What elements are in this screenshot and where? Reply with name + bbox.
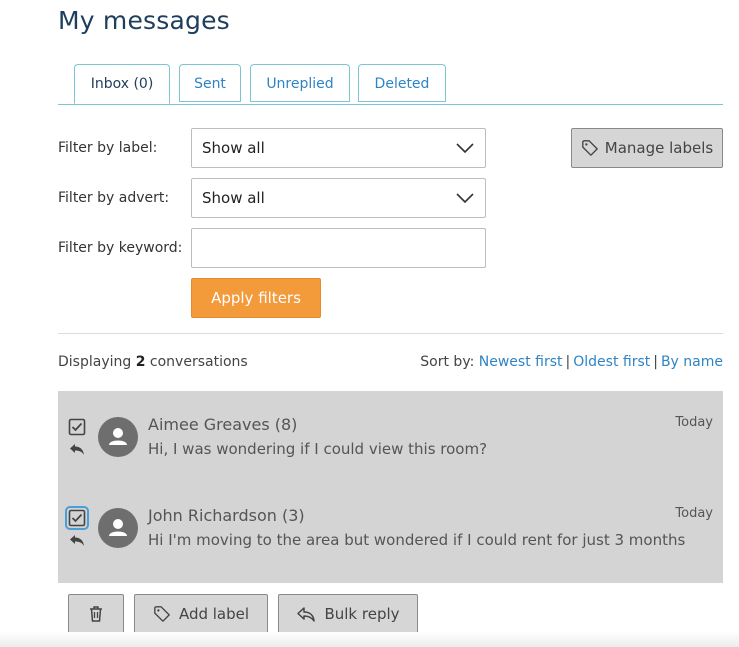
sort-oldest-link[interactable]: Oldest first bbox=[573, 354, 650, 370]
label-filter-select[interactable]: Show all bbox=[191, 128, 486, 168]
user-icon bbox=[109, 519, 127, 536]
user-icon bbox=[109, 428, 127, 445]
bottom-fade bbox=[0, 632, 739, 647]
filter-keyword-label: Filter by keyword: bbox=[58, 240, 183, 256]
chevron-down-icon bbox=[456, 193, 474, 204]
delete-button[interactable] bbox=[68, 594, 124, 634]
tab-inbox[interactable]: Inbox (0) bbox=[74, 64, 170, 104]
chevron-down-icon bbox=[456, 143, 474, 154]
message-tabs: Inbox (0) Sent Unreplied Deleted bbox=[58, 64, 723, 105]
advert-filter-value: Show all bbox=[202, 189, 265, 207]
sort-label: Sort by: bbox=[420, 354, 475, 370]
manage-labels-label: Manage labels bbox=[604, 139, 714, 157]
conversation-item[interactable]: John Richardson (3) Hi I'm moving to the… bbox=[58, 482, 723, 573]
message-date: Today bbox=[675, 415, 713, 430]
reply-icon bbox=[70, 535, 84, 546]
tag-icon bbox=[581, 140, 598, 156]
checkbox-checked-icon[interactable] bbox=[68, 418, 86, 436]
message-preview[interactable]: Hi, I was wondering if I could view this… bbox=[148, 440, 487, 458]
sort-newest-link[interactable]: Newest first bbox=[479, 354, 563, 370]
bulk-reply-button[interactable]: Bulk reply bbox=[278, 594, 418, 634]
reply-icon bbox=[70, 444, 84, 455]
sort-by-name-link[interactable]: By name bbox=[661, 354, 723, 370]
sender-name[interactable]: Aimee Greaves (8) bbox=[148, 415, 297, 434]
sort-options: Sort by: Newest first | Oldest first | By na… bbox=[420, 354, 723, 370]
message-date: Today bbox=[675, 506, 713, 521]
add-label-button[interactable]: Add label bbox=[134, 594, 268, 634]
avatar bbox=[98, 508, 138, 548]
apply-filters-button[interactable]: Apply filters bbox=[191, 278, 321, 318]
keyword-input[interactable] bbox=[191, 228, 486, 268]
count-value: 2 bbox=[135, 354, 146, 370]
tag-icon bbox=[154, 606, 170, 622]
tab-deleted[interactable]: Deleted bbox=[358, 64, 446, 102]
page-title: My messages bbox=[58, 6, 230, 35]
bulk-reply-text: Bulk reply bbox=[324, 605, 400, 623]
tab-unreplied[interactable]: Unreplied bbox=[250, 64, 350, 102]
divider bbox=[58, 333, 723, 334]
manage-labels-button[interactable]: Manage labels bbox=[571, 128, 723, 168]
advert-filter-select[interactable]: Show all bbox=[191, 178, 486, 218]
label-filter-value: Show all bbox=[202, 139, 265, 157]
message-preview[interactable]: Hi I'm moving to the area but wondered i… bbox=[148, 531, 685, 549]
tab-sent[interactable]: Sent bbox=[179, 64, 241, 102]
trash-icon bbox=[90, 606, 102, 622]
filter-advert-label: Filter by advert: bbox=[58, 190, 170, 206]
reply-icon bbox=[297, 607, 316, 622]
sender-name[interactable]: John Richardson (3) bbox=[148, 506, 305, 525]
conversation-item[interactable]: Aimee Greaves (8) Hi, I was wondering if… bbox=[58, 391, 723, 482]
checkbox-checked-icon[interactable] bbox=[65, 506, 89, 530]
add-label-text: Add label bbox=[178, 605, 250, 623]
conversation-list: Aimee Greaves (8) Hi, I was wondering if… bbox=[58, 391, 723, 583]
conversation-count: Displaying 2 conversations bbox=[58, 354, 248, 370]
filter-label-label: Filter by label: bbox=[58, 140, 158, 156]
avatar bbox=[98, 417, 138, 457]
